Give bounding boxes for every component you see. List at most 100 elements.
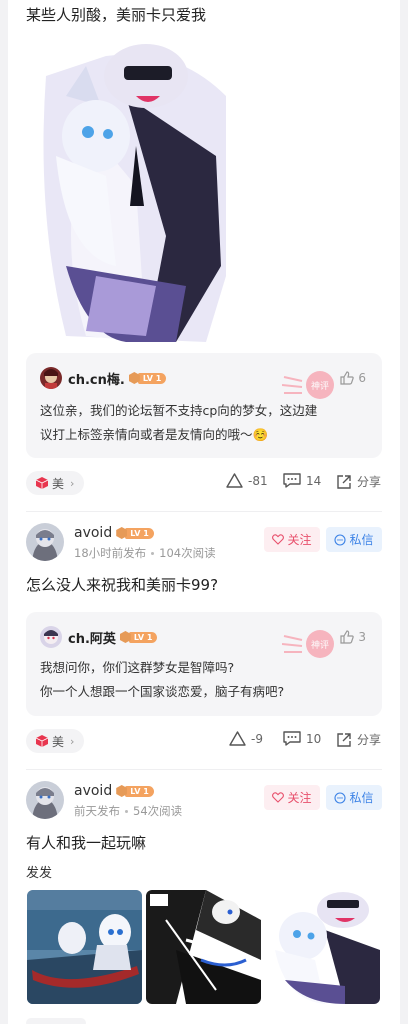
post-header: avoid LV 1 前天发布 54次阅读 关注 私信: [26, 781, 382, 821]
comment-user[interactable]: ch.cn梅. LV 1: [40, 367, 167, 389]
vote-button[interactable]: -9: [229, 731, 263, 746]
message-button[interactable]: 私信: [326, 527, 382, 552]
page-edge-left: [0, 0, 8, 1024]
chevron-right-icon: ›: [70, 734, 75, 748]
topic-tag[interactable]: 美 ›: [26, 471, 85, 495]
vote-button[interactable]: -81: [226, 473, 268, 488]
share-label: 分享: [357, 733, 382, 747]
follow-label: 关注: [287, 533, 312, 547]
avatar[interactable]: [40, 626, 62, 648]
post-author[interactable]: avoid LV 1: [74, 525, 154, 541]
thumb-up-icon: [340, 630, 355, 644]
delta-vote-icon: [226, 473, 243, 488]
post-image-thumb[interactable]: [27, 890, 142, 1004]
comment-username[interactable]: ch.阿英: [68, 628, 116, 647]
level-label: LV 1: [137, 372, 167, 384]
comment-button[interactable]: 14: [283, 473, 321, 488]
chevron-right-icon: ›: [70, 476, 75, 490]
thumb-up-icon: [340, 371, 355, 385]
comment-username[interactable]: ch.cn梅.: [68, 369, 125, 388]
comment-text: 我想问你，你们这群梦女是智障吗? 你一个人想跟一个国家谈恋爱，脑子有病吧?: [40, 656, 368, 704]
level-badge: LV 1: [128, 372, 167, 385]
post-title[interactable]: 某些人别酸，美丽卡只爱我: [26, 4, 206, 25]
post-image-thumb[interactable]: [146, 890, 261, 1004]
cube-tag-icon: [36, 477, 48, 489]
post-author[interactable]: avoid LV 1: [74, 783, 154, 799]
post-title[interactable]: 怎么没人来祝我和美丽卡99?: [26, 574, 218, 595]
chat-bubble-icon: [334, 533, 347, 546]
message-button[interactable]: 私信: [326, 785, 382, 810]
avatar[interactable]: [26, 523, 64, 561]
comment-count: 14: [306, 473, 322, 488]
follow-button[interactable]: 关注: [264, 785, 320, 810]
comment-line: 议打上标签亲情向或者是友情向的哦～☺️: [40, 427, 269, 442]
comment-count: 10: [306, 731, 322, 746]
post-time: 前天发布: [74, 804, 120, 818]
meta-dot: [151, 552, 155, 555]
stamp-label: 神评: [311, 639, 329, 651]
message-label: 私信: [349, 791, 374, 805]
follow-label: 关注: [287, 791, 312, 805]
post-action-bar: 美 › -81 14 分享: [26, 471, 382, 495]
topic-tag[interactable]: [26, 1018, 86, 1024]
avatar[interactable]: [40, 367, 62, 389]
comment-user[interactable]: ch.阿英 LV 1: [40, 626, 158, 648]
comment-line: 你一个人想跟一个国家谈恋爱，脑子有病吧?: [40, 684, 285, 699]
post-time: 18小时前发布: [74, 546, 147, 560]
post-meta: 前天发布 54次阅读: [74, 803, 182, 819]
share-icon: [337, 732, 351, 747]
comment-icon: [283, 731, 301, 746]
comment-button[interactable]: 10: [283, 731, 321, 746]
level-badge: LV 1: [119, 631, 158, 644]
post-body: 发发: [26, 866, 53, 881]
comment-line: 我想问你，你们这群梦女是智障吗?: [40, 660, 235, 675]
comment-like[interactable]: 6: [340, 371, 366, 385]
comment-like[interactable]: 3: [340, 630, 366, 644]
post-title[interactable]: 有人和我一起玩嘛: [26, 832, 146, 853]
topic-tag[interactable]: 美 ›: [26, 729, 85, 753]
heart-icon: [272, 792, 285, 803]
vote-count: -81: [248, 473, 268, 488]
share-button[interactable]: 分享: [336, 731, 381, 748]
comment-icon: [283, 473, 301, 488]
message-label: 私信: [349, 533, 374, 547]
post-views: 54次阅读: [133, 804, 183, 818]
avatar[interactable]: [26, 781, 64, 819]
top-comment-card[interactable]: ch.阿英 LV 1 神评 3 我想问你，你们这群梦女是智障吗? 你一个人想跟一…: [26, 612, 382, 716]
topic-tag-label: 美: [52, 476, 65, 491]
post-action-bar: 美 › -9 10 分享: [26, 729, 382, 753]
comment-like-count: 3: [358, 630, 366, 644]
author-name[interactable]: avoid: [74, 525, 112, 541]
follow-button[interactable]: 关注: [264, 527, 320, 552]
comment-line: 这位亲，我们的论坛暂不支持cp向的梦女，这边建: [40, 403, 318, 418]
meta-dot: [125, 810, 128, 813]
cube-tag-icon: [36, 735, 48, 747]
level-label: LV 1: [125, 785, 154, 797]
top-comment-card[interactable]: ch.cn梅. LV 1 神评 6 这位亲，我们的论坛暂不支持cp向的梦女，这边…: [26, 353, 382, 458]
post-divider: [26, 769, 382, 770]
comment-like-count: 6: [358, 371, 366, 385]
post-image-thumb[interactable]: [265, 890, 380, 1004]
share-icon: [337, 474, 351, 489]
author-name[interactable]: avoid: [74, 783, 112, 799]
share-label: 分享: [357, 475, 382, 489]
stamp-label: 神评: [311, 380, 329, 392]
chat-bubble-icon: [334, 791, 347, 804]
topic-tag-label: 美: [52, 734, 65, 749]
hot-comment-stamp-icon: 神评: [282, 371, 334, 399]
level-label: LV 1: [128, 631, 158, 643]
share-button[interactable]: 分享: [336, 473, 381, 490]
comment-text: 这位亲，我们的论坛暂不支持cp向的梦女，这边建 议打上标签亲情向或者是友情向的哦…: [40, 399, 368, 447]
post-meta: 18小时前发布 104次阅读: [74, 545, 216, 561]
post-divider: [26, 511, 382, 512]
delta-vote-icon: [229, 731, 246, 746]
page-edge-right: [400, 0, 408, 1024]
post-views: 104次阅读: [159, 546, 216, 560]
level-badge: LV 1: [116, 527, 154, 540]
vote-count: -9: [251, 731, 263, 746]
level-label: LV 1: [125, 527, 154, 539]
level-badge: LV 1: [116, 785, 154, 798]
post-illustration[interactable]: [26, 36, 226, 342]
heart-icon: [272, 534, 285, 545]
post-header: avoid LV 1 18小时前发布 104次阅读 关注 私信: [26, 523, 382, 563]
